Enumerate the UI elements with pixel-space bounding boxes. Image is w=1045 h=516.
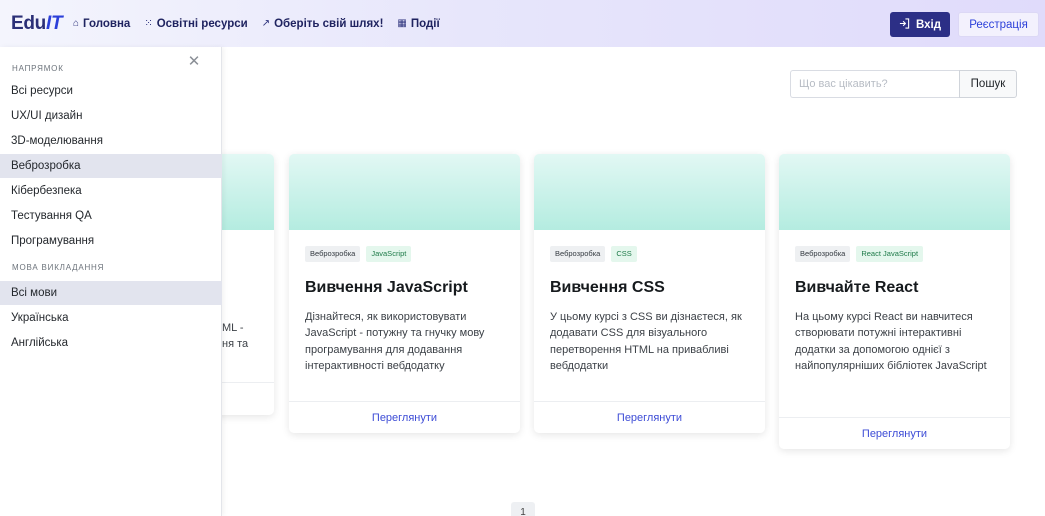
nav-link-events[interactable]: ▦ Події [397, 18, 439, 30]
category-badge: Веброзробка [550, 246, 606, 262]
card-title: Вивчення JavaScript [305, 279, 468, 296]
grid-icon: ⁙ [144, 18, 153, 29]
sidebar-item-qa[interactable]: Тестування QA [0, 204, 222, 228]
search-button[interactable]: Пошук [959, 70, 1017, 98]
card-title: Вивчення CSS [550, 279, 665, 296]
card-image [534, 154, 765, 230]
sidebar-item-programming[interactable]: Програмування [0, 229, 222, 253]
tech-badge: CSS [611, 246, 637, 262]
nav-link-label: Події [410, 17, 440, 30]
course-card: Веброзробка React JavaScript Вивчайте Re… [779, 154, 1010, 449]
nav-link-label: Оберіть свій шлях! [274, 17, 384, 30]
category-badge: Веброзробка [305, 246, 361, 262]
nav-links: ⌂ Головна ⁙ Освітні ресурси ↗ Оберіть св… [73, 0, 454, 47]
card-text-fragment: ML - ня та [222, 322, 249, 351]
card-image [289, 154, 520, 230]
nav-link-home[interactable]: ⌂ Головна [73, 18, 130, 30]
view-course-link[interactable]: Переглянути [534, 401, 765, 433]
filter-sidebar: ✕ Напрямок Всі ресурси UX/UI дизайн 3D-м… [0, 47, 222, 516]
tech-badge: JavaScript [366, 246, 412, 262]
brand-logo[interactable]: EduIT [11, 13, 63, 35]
login-icon [899, 17, 910, 32]
sidebar-item-english[interactable]: Англійська [0, 331, 222, 355]
course-card: Веброзробка CSS Вивчення CSS У цьому кур… [534, 154, 765, 433]
sidebar-item-webdev[interactable]: Веброзробка [0, 154, 222, 178]
view-course-link[interactable]: Переглянути [289, 401, 520, 433]
card-title: Вивчайте React [795, 279, 919, 296]
tech-badge: React JavaScript [856, 246, 924, 262]
sidebar-item-security[interactable]: Кібербезпека [0, 179, 222, 203]
nav-link-label: Головна [83, 17, 131, 30]
card-description: На цьому курсі React ви навчитеся створю… [795, 311, 987, 372]
trend-icon: ↗ [261, 18, 271, 29]
login-button[interactable]: Вхід [890, 12, 950, 37]
close-icon[interactable]: ✕ [183, 53, 205, 71]
nav-link-resources[interactable]: ⁙ Освітні ресурси [144, 18, 247, 30]
top-navbar: EduIT ⌂ Головна ⁙ Освітні ресурси ↗ Обер… [0, 0, 1045, 47]
calendar-icon: ▦ [397, 18, 407, 29]
nav-link-path[interactable]: ↗ Оберіть свій шлях! [262, 18, 384, 30]
direction-heading: Напрямок [12, 64, 64, 73]
language-heading: Мова викладання [12, 263, 105, 272]
login-label: Вхід [915, 18, 942, 31]
sidebar-item-all-resources[interactable]: Всі ресурси [0, 79, 222, 103]
sidebar-item-all-languages[interactable]: Всі мови [0, 281, 222, 305]
card-description: У цьому курсі з CSS ви дізнаєтеся, як до… [550, 311, 742, 372]
category-badge: Веброзробка [795, 246, 851, 262]
course-card: Веброзробка JavaScript Вивчення JavaScri… [289, 154, 520, 433]
search-input[interactable] [790, 70, 960, 98]
sidebar-item-ukrainian[interactable]: Українська [0, 306, 222, 330]
home-icon: ⌂ [73, 18, 80, 29]
register-button[interactable]: Реєстрація [958, 12, 1039, 37]
sidebar-item-3d[interactable]: 3D-моделювання [0, 129, 222, 153]
card-description: Дізнайтеся, як використовувати JavaScrip… [305, 311, 485, 372]
card-image [779, 154, 1010, 230]
pagination-page[interactable]: 1 [511, 502, 535, 516]
nav-link-label: Освітні ресурси [156, 17, 248, 30]
sidebar-item-ux-ui[interactable]: UX/UI дизайн [0, 104, 222, 128]
view-course-link[interactable]: Переглянути [779, 417, 1010, 449]
